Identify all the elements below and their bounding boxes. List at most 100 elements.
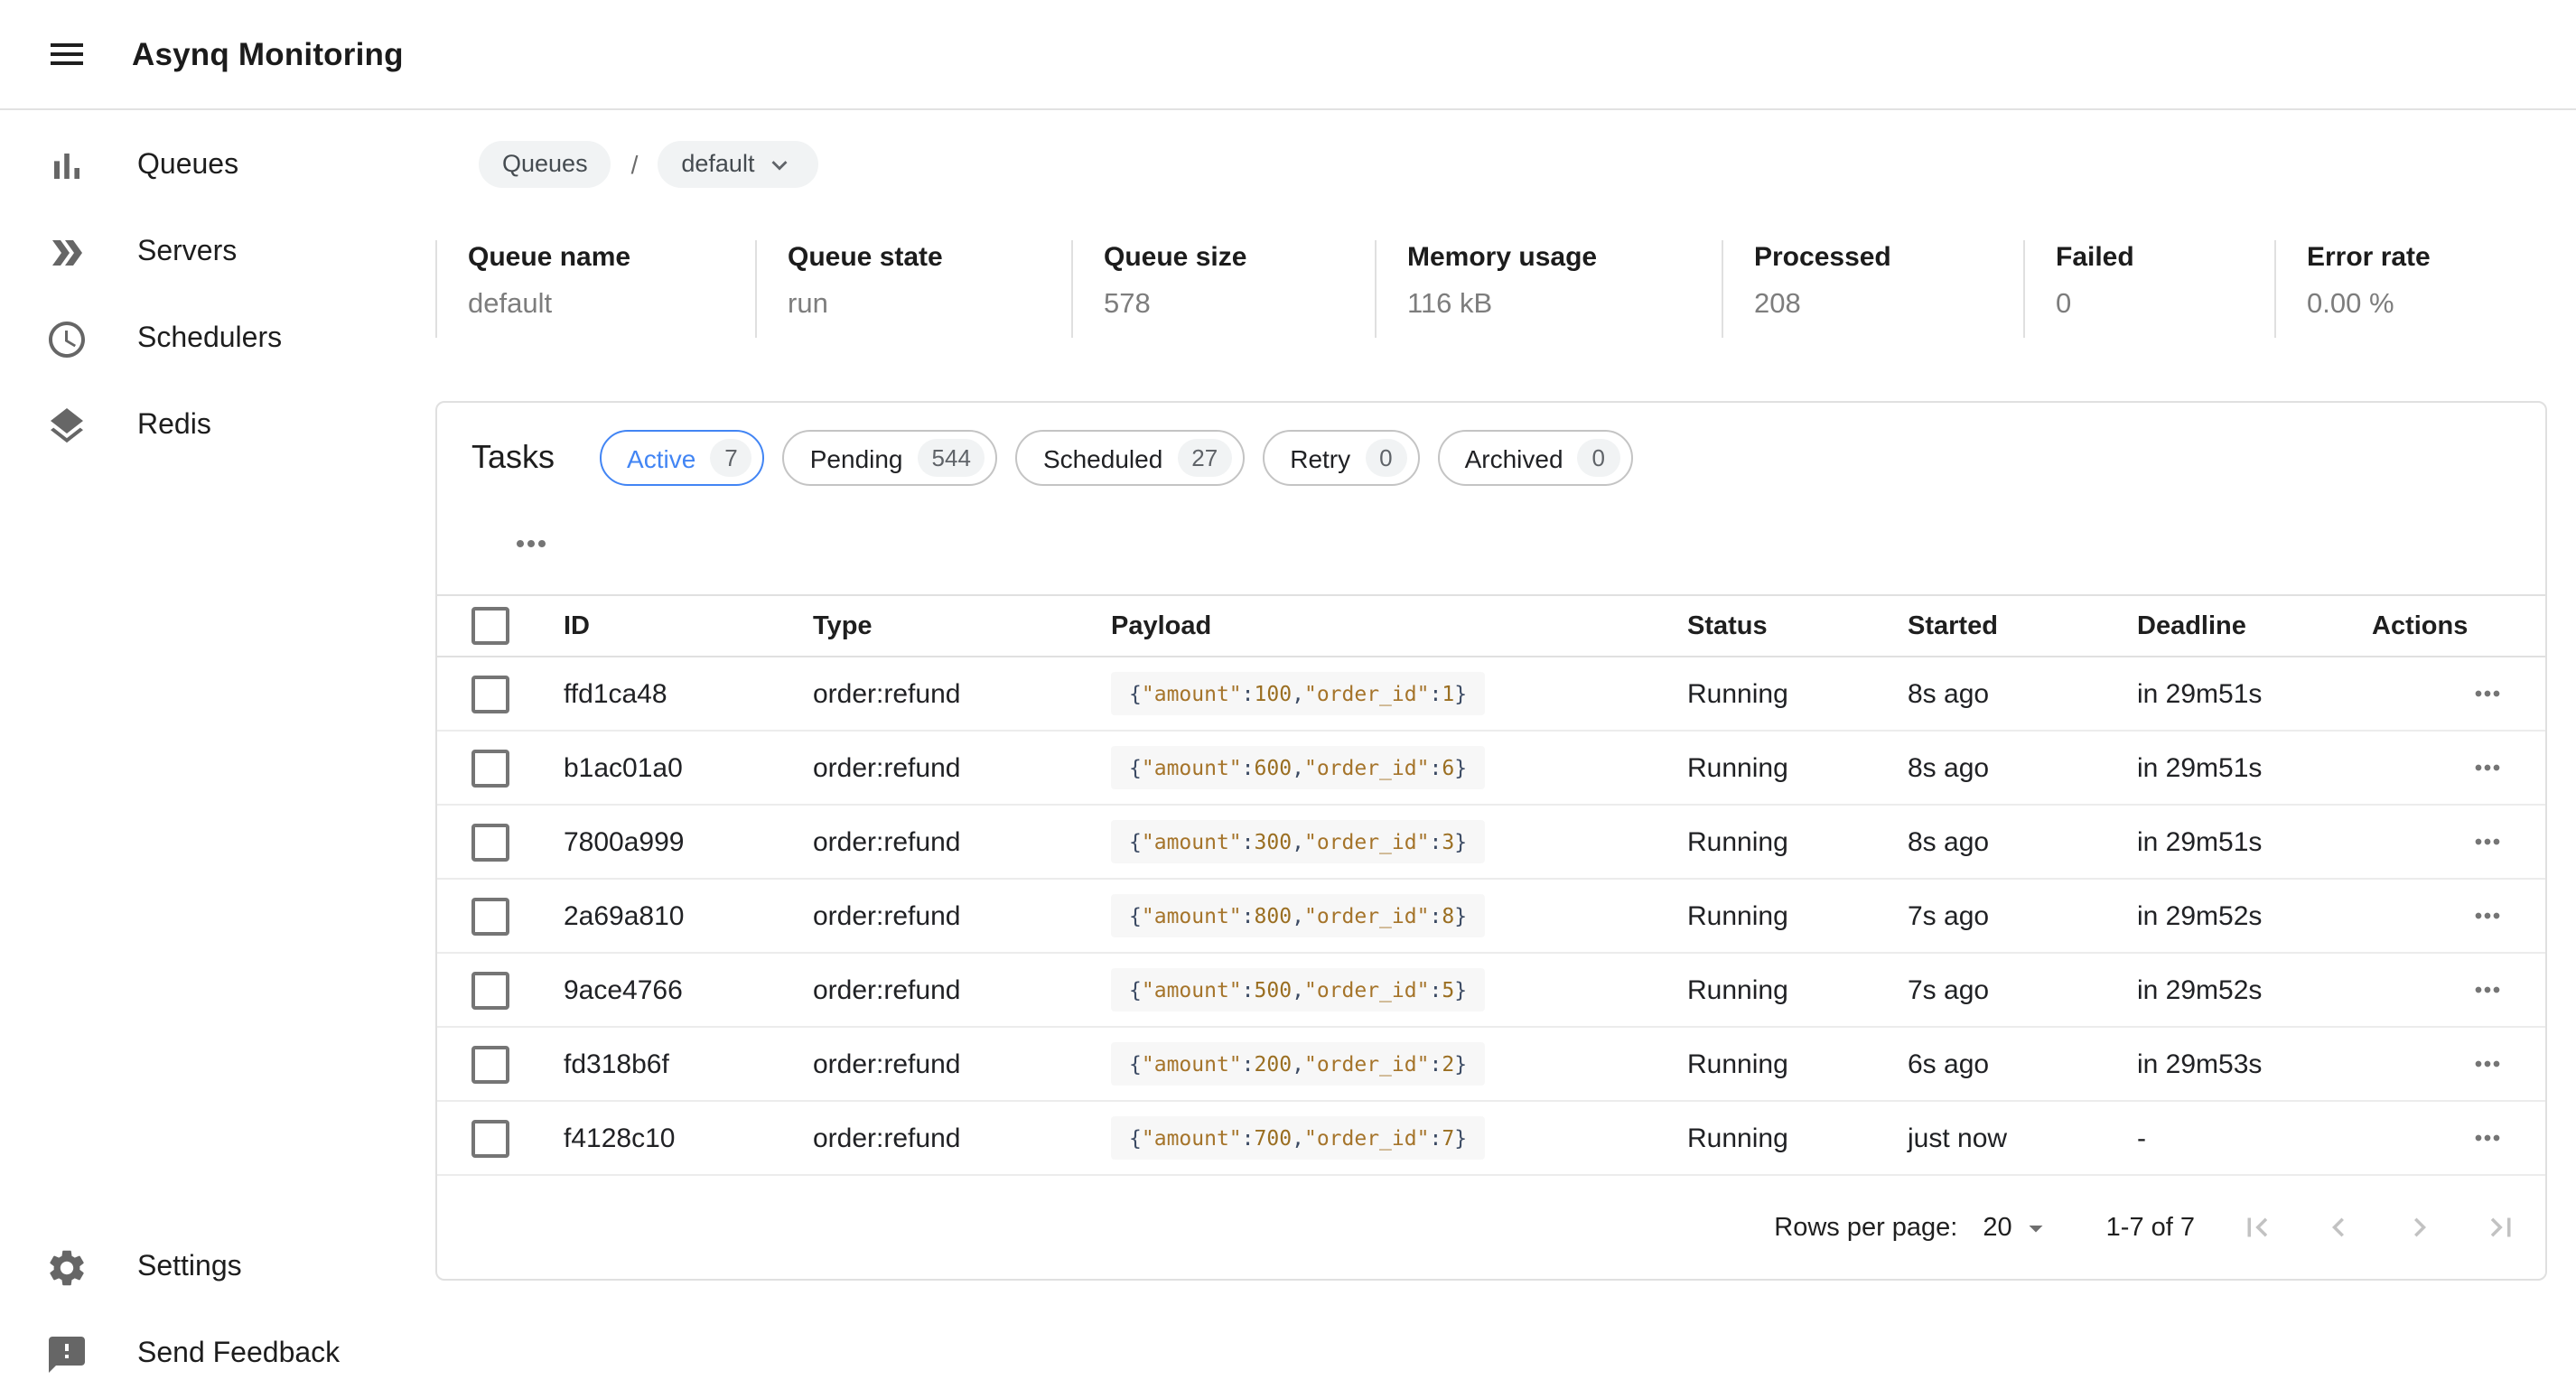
task-payload: {"amount":500,"order_id":5} [1111,968,1485,1011]
task-id: f4128c10 [564,1101,813,1175]
more-horiz-icon [2469,898,2506,934]
row-actions-menu-button[interactable] [2469,824,2506,860]
tab-label: Pending [810,443,903,472]
sidebar-item-settings[interactable]: Settings [0,1225,435,1311]
bulk-actions-menu-button[interactable] [508,522,555,565]
tab-active[interactable]: Active 7 [600,430,765,486]
feedback-icon [45,1333,89,1376]
sidebar-item-send-feedback[interactable]: Send Feedback [0,1311,435,1389]
tab-pending[interactable]: Pending544 [783,430,998,486]
clock-icon [45,318,89,361]
queue-select-value: default [681,150,754,177]
last-page-button[interactable] [2482,1208,2520,1246]
row-actions-menu-button[interactable] [2469,1046,2506,1082]
sidebar-item-queues[interactable]: Queues [0,123,435,210]
task-status: Running [1687,731,1908,805]
pagination-range: 1-7 of 7 [2106,1213,2195,1242]
row-select-cell [437,879,564,953]
task-payload-cell: {"amount":700,"order_id":7} [1111,1101,1687,1175]
table-row: f4128c10order:refund{"amount":700,"order… [437,1101,2545,1175]
tab-label: Active [627,443,695,472]
row-checkbox[interactable] [471,1119,509,1157]
task-type: order:refund [813,1101,1111,1175]
more-horiz-icon [2469,972,2506,1008]
task-deadline: in 29m53s [2137,1027,2372,1101]
queue-stats-bar: Queue namedefaultQueue staterunQueue siz… [435,240,2576,338]
task-type: order:refund [813,1027,1111,1101]
row-select-cell [437,1101,564,1175]
row-checkbox[interactable] [471,823,509,861]
stat-label: Queue size [1104,242,1375,273]
row-actions-menu-button[interactable] [2469,1120,2506,1156]
double-arrow-icon [45,231,89,275]
column-header-type: Type [813,595,1111,657]
column-header-started: Started [1908,595,2137,657]
stat-label: Queue name [468,242,755,273]
table-row: b1ac01a0order:refund{"amount":600,"order… [437,731,2545,805]
tab-retry[interactable]: Retry0 [1263,430,1419,486]
row-select-cell [437,805,564,879]
tab-label: Retry [1290,443,1350,472]
task-status: Running [1687,953,1908,1027]
row-actions-menu-button[interactable] [2469,972,2506,1008]
breadcrumb: Queues / default [479,139,2576,188]
arrow-drop-down-icon [2020,1211,2052,1244]
queue-select-chip[interactable]: default [658,140,817,187]
stat-value: 116 kB [1407,289,1722,322]
task-payload: {"amount":200,"order_id":2} [1111,1042,1485,1086]
layers-icon [45,405,89,448]
tab-label: Archived [1465,443,1563,472]
stat-failed: Failed 0 [2023,240,2274,338]
stat-label: Failed [2056,242,2274,273]
task-actions-cell [2372,657,2545,731]
task-id: 7800a999 [564,805,813,879]
chevron-right-icon [2401,1208,2439,1246]
previous-page-button[interactable] [2319,1208,2357,1246]
task-payload: {"amount":800,"order_id":8} [1111,894,1485,937]
sidebar-item-servers[interactable]: Servers [0,210,435,296]
task-started: 8s ago [1908,657,2137,731]
next-page-button[interactable] [2401,1208,2439,1246]
row-actions-menu-button[interactable] [2469,898,2506,934]
task-deadline: in 29m51s [2137,731,2372,805]
stat-label: Queue state [788,242,1071,273]
more-horiz-icon [509,522,553,565]
app-title: Asynq Monitoring [132,35,404,73]
tab-scheduled[interactable]: Scheduled27 [1016,430,1245,486]
first-page-icon [2238,1208,2276,1246]
row-checkbox[interactable] [471,1045,509,1083]
task-status: Running [1687,805,1908,879]
row-checkbox[interactable] [471,675,509,713]
task-payload: {"amount":100,"order_id":1} [1111,672,1485,715]
row-checkbox[interactable] [471,897,509,935]
tasks-card: Tasks Active7Pending544Scheduled27Retry0… [435,401,2547,1281]
rows-per-page-select[interactable]: 20 [1983,1211,2051,1244]
column-header-deadline: Deadline [2137,595,2372,657]
row-checkbox[interactable] [471,749,509,787]
menu-button[interactable] [45,33,89,76]
task-deadline: in 29m51s [2137,805,2372,879]
stat-value: 0 [2056,289,2274,322]
row-actions-menu-button[interactable] [2469,676,2506,712]
stat-error-rate: Error rate0.00 % [2274,240,2576,338]
sidebar-item-redis[interactable]: Redis [0,383,435,470]
sidebar-item-label: Servers [137,237,237,269]
task-deadline: in 29m51s [2137,657,2372,731]
tab-count-badge: 7 [710,439,751,477]
row-select-cell [437,1027,564,1101]
task-payload-cell: {"amount":200,"order_id":2} [1111,1027,1687,1101]
task-status: Running [1687,657,1908,731]
select-all-checkbox[interactable] [471,607,509,645]
sidebar-item-schedulers[interactable]: Schedulers [0,296,435,383]
chevron-left-icon [2319,1208,2357,1246]
task-started: 6s ago [1908,1027,2137,1101]
task-started: 8s ago [1908,731,2137,805]
row-checkbox[interactable] [471,971,509,1009]
rows-per-page-label: Rows per page: [1774,1213,1957,1242]
gear-icon [45,1246,89,1290]
row-actions-menu-button[interactable] [2469,750,2506,786]
tab-archived[interactable]: Archived0 [1438,430,1632,486]
table-row: 7800a999order:refund{"amount":300,"order… [437,805,2545,879]
first-page-button[interactable] [2238,1208,2276,1246]
breadcrumb-queues-chip[interactable]: Queues [479,140,611,187]
